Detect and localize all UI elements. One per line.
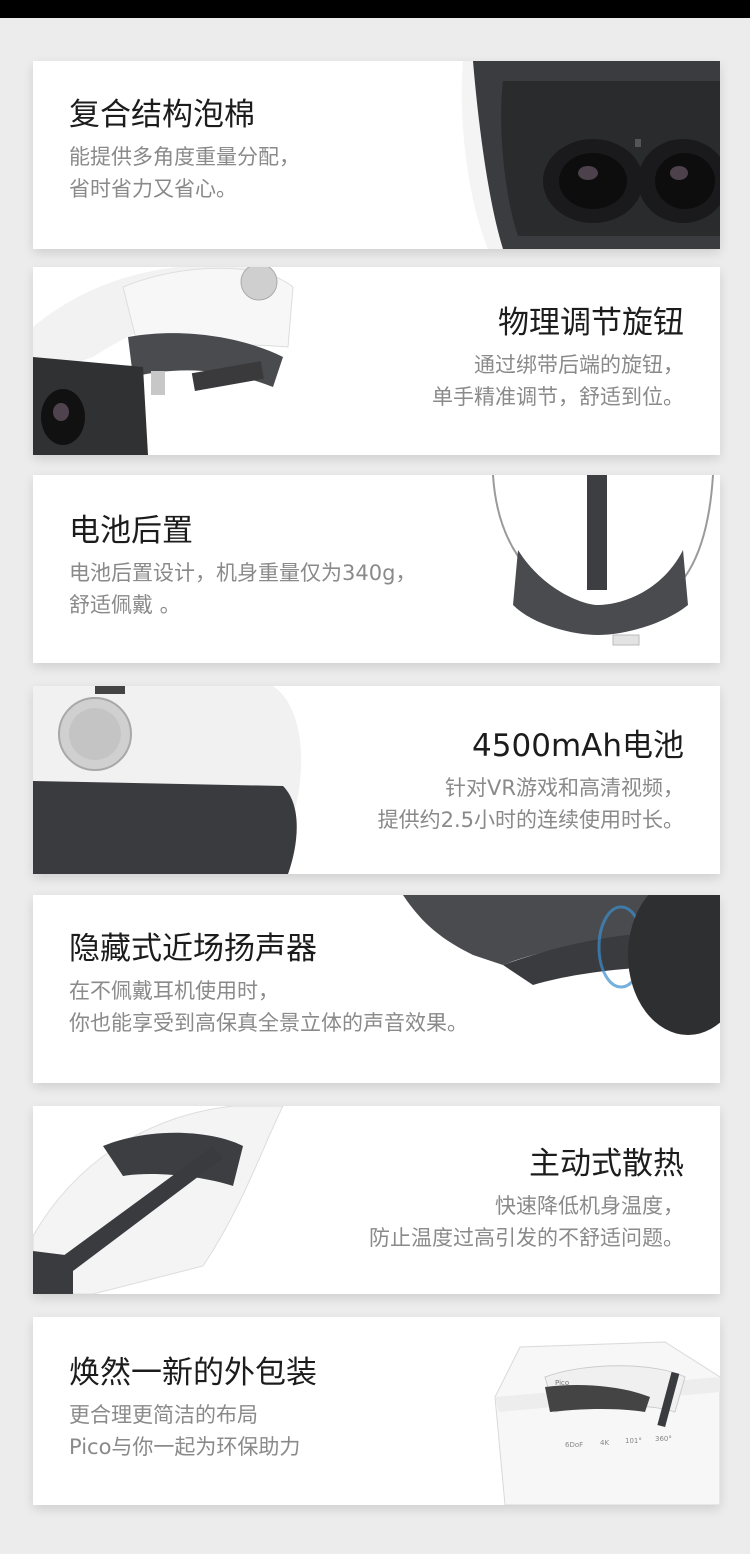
feature-title: 复合结构泡棉	[69, 97, 255, 133]
feature-desc-line2: Pico与你一起为环保助力	[69, 1435, 301, 1459]
battery-knob-closeup-image	[33, 686, 302, 874]
feature-card-battery-rear: 电池后置 电池后置设计，机身重量仅为340g， 舒适佩戴 。	[33, 475, 720, 663]
box-spec-label: 4K	[600, 1439, 609, 1447]
headset-top-view-image	[33, 1106, 284, 1294]
feature-card-4500mah-battery: 4500mAh电池 针对VR游戏和高清视频， 提供约2.5小时的连续使用时长。	[33, 686, 720, 874]
feature-desc-line2: 单手精准调节，舒适到位。	[432, 385, 684, 409]
feature-title: 隐藏式近场扬声器	[69, 931, 317, 967]
feature-desc-line2: 舒适佩戴 。	[69, 593, 181, 617]
box-spec-label: 101°	[625, 1437, 642, 1445]
box-brand-logo: Pico	[555, 1379, 569, 1387]
headset-face-cushion-image	[461, 61, 720, 249]
feature-desc-line1: 通过绑带后端的旋钮，	[474, 353, 684, 377]
feature-card-cooling: 主动式散热 快速降低机身温度， 防止温度过高引发的不舒适问题。	[33, 1106, 720, 1294]
feature-desc-line1: 更合理更简洁的布局	[69, 1403, 258, 1427]
headset-rear-battery-image	[492, 475, 714, 646]
feature-card-foam: 复合结构泡棉 能提供多角度重量分配， 省时省力又省心。	[33, 61, 720, 249]
feature-desc-line1: 快速降低机身温度，	[495, 1194, 684, 1218]
feature-title: 电池后置	[69, 513, 193, 549]
headset-side-knob-image	[33, 267, 294, 455]
feature-desc-line1: 针对VR游戏和高清视频，	[445, 776, 684, 800]
feature-desc-line2: 省时省力又省心。	[69, 177, 237, 201]
top-bar	[0, 0, 750, 18]
feature-title: 4500mAh电池	[472, 728, 684, 764]
feature-title: 主动式散热	[529, 1146, 684, 1182]
feature-card-speaker: 隐藏式近场扬声器 在不佩戴耳机使用时， 你也能享受到高保真全景立体的声音效果。	[33, 895, 720, 1083]
feature-desc-line2: 提供约2.5小时的连续使用时长。	[377, 808, 684, 832]
feature-card-knob: 物理调节旋钮 通过绑带后端的旋钮， 单手精准调节，舒适到位。	[33, 267, 720, 455]
feature-card-packaging: 6DoF 4K 101° 360° Pico 焕然一新的外包装 更合理更简洁的布…	[33, 1317, 720, 1505]
feature-desc-line1: 能提供多角度重量分配，	[69, 145, 300, 169]
feature-desc-line2: 防止温度过高引发的不舒适问题。	[369, 1226, 684, 1250]
feature-desc-line1: 电池后置设计，机身重量仅为340g，	[69, 561, 417, 585]
feature-title: 焕然一新的外包装	[69, 1355, 317, 1391]
box-spec-label: 6DoF	[565, 1441, 583, 1449]
product-box-image: 6DoF 4K 101° 360° Pico	[494, 1341, 720, 1505]
box-spec-label: 360°	[655, 1435, 672, 1443]
feature-desc-line1: 在不佩戴耳机使用时，	[69, 979, 279, 1003]
feature-title: 物理调节旋钮	[498, 305, 684, 341]
feature-desc-line2: 你也能享受到高保真全景立体的声音效果。	[69, 1011, 468, 1035]
